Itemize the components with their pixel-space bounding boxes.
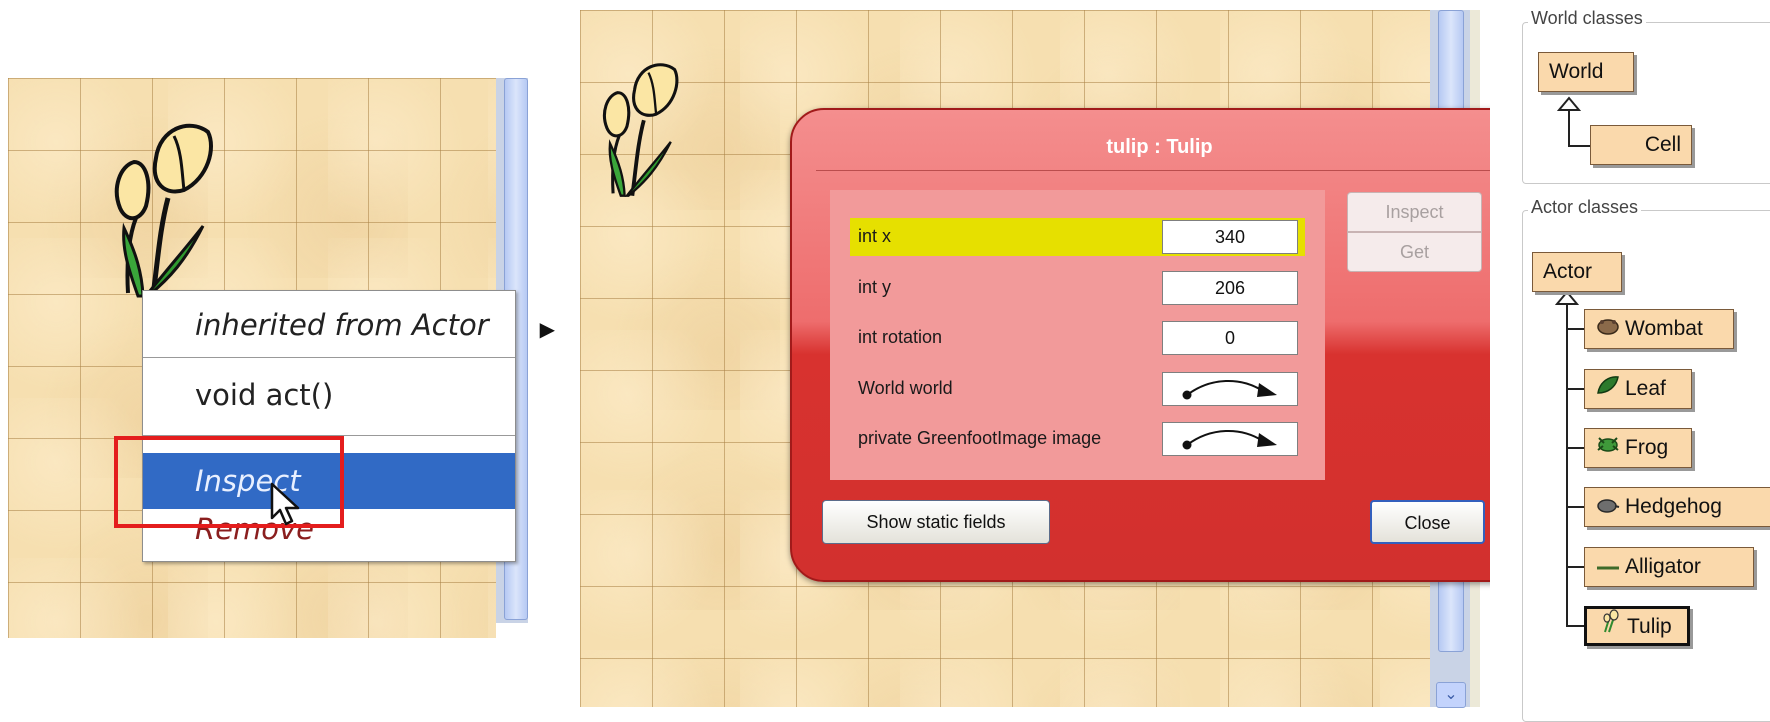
annotation-highlight-box bbox=[114, 436, 344, 528]
class-browser: World classes Actor classes World Cell A… bbox=[1490, 0, 1770, 722]
world-classes-label: World classes bbox=[1528, 8, 1646, 29]
field-value-reference[interactable] bbox=[1162, 422, 1298, 456]
class-alligator[interactable]: Alligator bbox=[1584, 547, 1754, 587]
field-row-x[interactable]: int x 340 bbox=[850, 218, 1305, 256]
leaf-icon bbox=[1595, 370, 1621, 408]
class-wombat[interactable]: Wombat bbox=[1584, 309, 1734, 349]
class-label: Alligator bbox=[1625, 555, 1701, 578]
class-cell[interactable]: Cell bbox=[1590, 125, 1692, 165]
field-label: int x bbox=[858, 226, 892, 246]
tulip-icon bbox=[1597, 609, 1623, 644]
class-hedgehog[interactable]: Hedgehog bbox=[1584, 487, 1770, 527]
field-label: int rotation bbox=[858, 327, 943, 347]
class-leaf[interactable]: Leaf bbox=[1584, 369, 1692, 409]
inheritance-line bbox=[1568, 110, 1570, 146]
class-label: Hedgehog bbox=[1625, 495, 1722, 518]
actor-classes-label: Actor classes bbox=[1528, 197, 1642, 218]
class-tulip[interactable]: Tulip bbox=[1584, 606, 1690, 646]
field-value: 0 bbox=[1162, 321, 1298, 355]
field-label: private GreenfootImage image bbox=[858, 428, 1102, 448]
fields-list: int x 340 int y 206 int rotation 0 World… bbox=[830, 190, 1325, 480]
close-button[interactable]: Close bbox=[1370, 500, 1485, 544]
tulip-actor[interactable] bbox=[98, 118, 228, 298]
inheritance-line bbox=[1566, 304, 1568, 626]
class-frog[interactable]: Frog bbox=[1584, 428, 1692, 468]
inheritance-line bbox=[1566, 566, 1584, 568]
inheritance-line bbox=[1566, 506, 1584, 508]
menu-separator bbox=[143, 357, 515, 358]
field-row-image[interactable]: private GreenfootImage image bbox=[850, 420, 1305, 458]
inheritance-arrow-icon bbox=[1557, 96, 1581, 111]
field-label: World world bbox=[858, 378, 953, 398]
hedgehog-icon bbox=[1595, 488, 1621, 526]
mouse-cursor-icon bbox=[270, 482, 300, 526]
submenu-arrow-icon: ▶ bbox=[539, 317, 555, 341]
field-row-world[interactable]: World world bbox=[850, 370, 1305, 408]
class-label: Tulip bbox=[1627, 615, 1672, 638]
field-value: 206 bbox=[1162, 271, 1298, 305]
class-label: Wombat bbox=[1625, 317, 1703, 340]
inheritance-line bbox=[1568, 145, 1590, 147]
inheritance-line bbox=[1566, 625, 1584, 627]
field-row-rotation[interactable]: int rotation 0 bbox=[850, 319, 1305, 357]
menu-item-label: inherited from Actor bbox=[195, 308, 489, 342]
show-static-fields-button[interactable]: Show static fields bbox=[822, 500, 1050, 544]
field-row-y[interactable]: int y 206 bbox=[850, 269, 1305, 307]
class-world[interactable]: World bbox=[1538, 52, 1634, 92]
reference-arrow-icon bbox=[1182, 430, 1277, 450]
class-label: Leaf bbox=[1625, 377, 1666, 400]
class-actor[interactable]: Actor bbox=[1532, 252, 1622, 292]
get-button[interactable]: Get bbox=[1347, 232, 1482, 272]
inspect-button[interactable]: Inspect bbox=[1347, 192, 1482, 232]
alligator-icon bbox=[1595, 548, 1621, 586]
inheritance-arrow-icon bbox=[1555, 290, 1579, 305]
frog-icon bbox=[1595, 429, 1621, 467]
field-value: 340 bbox=[1162, 220, 1298, 254]
object-inspector-dialog: tulip : Tulip int x 340 int y 206 int ro… bbox=[790, 108, 1529, 582]
scroll-down-arrow-icon[interactable]: ⌄ bbox=[1436, 682, 1466, 708]
class-label: Frog bbox=[1625, 436, 1669, 459]
menu-item-inherited-from-actor[interactable]: inherited from Actor ▶ bbox=[143, 303, 567, 347]
menu-item-act[interactable]: void act() bbox=[143, 373, 567, 417]
tulip-actor[interactable] bbox=[590, 58, 690, 198]
field-value-reference[interactable] bbox=[1162, 372, 1298, 406]
dialog-title: tulip : Tulip bbox=[1106, 136, 1213, 158]
field-label: int y bbox=[858, 277, 892, 297]
inheritance-line bbox=[1566, 328, 1584, 330]
inheritance-line bbox=[1566, 447, 1584, 449]
reference-arrow-icon bbox=[1182, 380, 1277, 400]
inheritance-line bbox=[1566, 388, 1584, 390]
title-divider bbox=[816, 170, 1504, 171]
wombat-icon bbox=[1595, 310, 1621, 348]
